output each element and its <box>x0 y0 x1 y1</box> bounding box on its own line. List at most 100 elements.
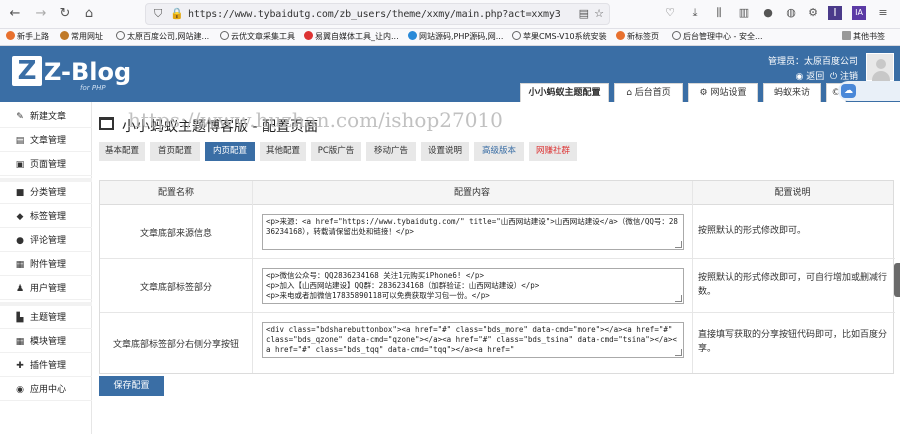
tab-inner-config[interactable]: 内页配置 <box>205 142 255 161</box>
sidebar-item-pages[interactable]: ▣ 页面管理 <box>0 154 92 176</box>
tab-other-config[interactable]: 其他配置 <box>260 142 306 161</box>
bookmark-item[interactable]: 新手上路 <box>6 31 49 42</box>
tab-instructions[interactable]: 设置说明 <box>421 142 469 161</box>
cloud-icon <box>408 31 417 40</box>
logo-text: Z-Blog <box>44 58 132 86</box>
bookmark-item[interactable]: 苹果CMS-V10系统安装 <box>512 31 607 42</box>
library-icon[interactable]: ⫼ <box>712 6 726 20</box>
row-description: 直接填写获取的分享按钮代码即可，比如百度分享。 <box>698 330 888 354</box>
bookmark-item[interactable]: 网站源码,PHP源码,网... <box>408 31 503 42</box>
pocket-icon[interactable]: ♡ <box>663 6 677 20</box>
users-icon: ♟ <box>15 284 25 294</box>
comment-icon: ● <box>16 236 24 246</box>
theme-icon: ▙ <box>16 313 24 323</box>
account-icon[interactable]: ● <box>761 6 775 20</box>
side-panel-handle[interactable] <box>894 263 900 297</box>
sidebar-item-tags[interactable]: ◆ 标签管理 <box>0 206 92 228</box>
sidebar-item-modules[interactable]: ▦ 模块管理 <box>0 331 92 353</box>
tab-theme-config[interactable]: 小小蚂蚁主题配置 <box>520 83 609 102</box>
sidebar-item-plugins[interactable]: ✚ 插件管理 <box>0 355 92 377</box>
attachment-icon: ▦ <box>15 260 25 270</box>
tab-mobile-ads[interactable]: 移动广告 <box>366 142 416 161</box>
other-bookmarks[interactable]: 其他书签 <box>842 31 885 42</box>
globe-icon <box>220 31 229 40</box>
zblog-logo-icon: Z <box>12 56 42 86</box>
page-icon: ▣ <box>15 160 25 170</box>
address-bar[interactable]: ⛉ 🔒 https://www.tybaidutg.com/zb_users/t… <box>145 3 610 25</box>
sidebar-item-comments[interactable]: ● 评论管理 <box>0 230 92 252</box>
tab-home-config[interactable]: 首页配置 <box>150 142 200 161</box>
sidebar-item-articles[interactable]: ▤ 文章管理 <box>0 130 92 152</box>
tab-basic-config[interactable]: 基本配置 <box>99 142 145 161</box>
logout-icon[interactable]: ⏻ <box>830 72 837 82</box>
reload-icon[interactable]: ↻ <box>56 5 74 23</box>
header-config-name: 配置名称 <box>100 181 252 205</box>
extension3-icon[interactable]: Ⅰ <box>828 6 842 20</box>
sidebar-item-themes[interactable]: ▙ 主题管理 <box>0 307 92 329</box>
cloud-widget[interactable]: ☁ <box>838 81 900 101</box>
tab-advanced[interactable]: 高级版本 <box>474 142 524 161</box>
reader-icon[interactable]: ▤ <box>579 7 589 20</box>
tag-section-textarea[interactable]: <p>微信公众号：QQ2836234168 关注1元购买iPhone6! </p… <box>262 268 684 304</box>
sidebar-icon[interactable]: ▥ <box>737 6 751 20</box>
folder-icon: ■ <box>15 188 25 198</box>
sidebar-divider <box>0 302 92 306</box>
row-label: 文章底部来源信息 <box>139 229 212 239</box>
avatar[interactable] <box>866 53 894 81</box>
sidebar-item-app-center[interactable]: ◉ 应用中心 <box>0 379 92 401</box>
forward-icon[interactable]: → <box>32 5 50 23</box>
tab-community[interactable]: 网赚社群 <box>529 142 577 161</box>
extension2-icon[interactable]: ⚙ <box>806 6 820 20</box>
globe-icon <box>672 31 681 40</box>
ia-extension-icon[interactable]: IA <box>852 6 866 20</box>
sidebar-item-categories[interactable]: ■ 分类管理 <box>0 182 92 204</box>
globe-icon <box>116 31 125 40</box>
back-icon[interactable]: ← <box>6 5 24 23</box>
bookmark-item[interactable]: 易翼自媒体工具_让内... <box>304 31 399 42</box>
bookmark-star-icon[interactable]: ☆ <box>594 7 604 20</box>
bookmark-item[interactable]: 常用网址 <box>60 31 103 42</box>
tab-site-settings[interactable]: ⚙ 网站设置 <box>688 83 758 102</box>
tab-visitors[interactable]: 蚂蚁来访 <box>763 83 821 102</box>
table-row: 文章底部来源信息 <p>来源：<a href="https://www.tyba… <box>100 205 895 259</box>
gear-icon <box>60 31 69 40</box>
window-icon <box>99 117 114 130</box>
pencil-icon: ✎ <box>16 112 24 122</box>
lock-icon[interactable]: 🔒 <box>170 7 184 20</box>
folder-icon <box>842 31 851 40</box>
shield-icon[interactable]: ⛉ <box>154 7 162 21</box>
firefox-icon <box>6 31 15 40</box>
tab-dashboard[interactable]: ⌂ 后台首页 <box>614 83 683 102</box>
bookmarks-bar: 新手上路 常用网址 太原百度公司,网站建... 云优文章采集工具 易翼自媒体工具… <box>0 29 900 46</box>
table-row: 文章底部标签部分 <p>微信公众号：QQ2836234168 关注1元购买iPh… <box>100 259 895 313</box>
sidebar-item-new-article[interactable]: ✎ 新建文章 <box>0 106 92 128</box>
tab-pc-ads[interactable]: PC版广告 <box>311 142 361 161</box>
return-icon[interactable]: ◉ <box>796 72 804 82</box>
gear-icon: ⚙ <box>699 88 708 98</box>
download-icon[interactable]: ⤓ <box>688 6 702 20</box>
home-icon: ⌂ <box>626 88 632 98</box>
config-table: 配置名称 配置内容 配置说明 文章底部来源信息 <p>来源：<a href="h… <box>99 180 895 374</box>
bookmark-item[interactable]: 新标签页 <box>616 31 659 42</box>
url-text[interactable]: https://www.tybaidutg.com/zb_users/theme… <box>188 9 561 20</box>
row-description: 按照默认的形式修改即可。 <box>698 226 807 236</box>
share-button-textarea[interactable]: <div class="bdsharebuttonbox"><a href="#… <box>262 322 684 358</box>
sidebar-item-attachments[interactable]: ▦ 附件管理 <box>0 254 92 276</box>
sidebar-item-users[interactable]: ♟ 用户管理 <box>0 278 92 300</box>
menu-icon[interactable]: ≡ <box>876 6 890 20</box>
bookmark-item[interactable]: 太原百度公司,网站建... <box>116 31 209 42</box>
source-info-textarea[interactable]: <p>来源：<a href="https://www.tybaidutg.com… <box>262 214 684 250</box>
save-config-button[interactable]: 保存配置 <box>99 376 164 396</box>
site-icon <box>304 31 313 40</box>
extension-icon[interactable]: ◍ <box>784 6 798 20</box>
app-center-icon: ◉ <box>16 385 24 395</box>
home-icon[interactable]: ⌂ <box>80 5 98 23</box>
table-row: 文章底部标签部分右侧分享按钮 <div class="bdsharebutton… <box>100 313 895 373</box>
plugin-icon: ✚ <box>16 361 24 371</box>
bookmark-item[interactable]: 云优文章采集工具 <box>220 31 295 42</box>
firefox-icon <box>616 31 625 40</box>
main-content: 小小蚂蚁主题博客版 - 配置页面 基本配置 首页配置 内页配置 其他配置 PC版… <box>92 102 900 434</box>
bookmark-item[interactable]: 后台管理中心 - 安全... <box>672 31 763 42</box>
tag-icon: ◆ <box>16 212 24 222</box>
return-link[interactable]: 返回 <box>806 72 824 82</box>
